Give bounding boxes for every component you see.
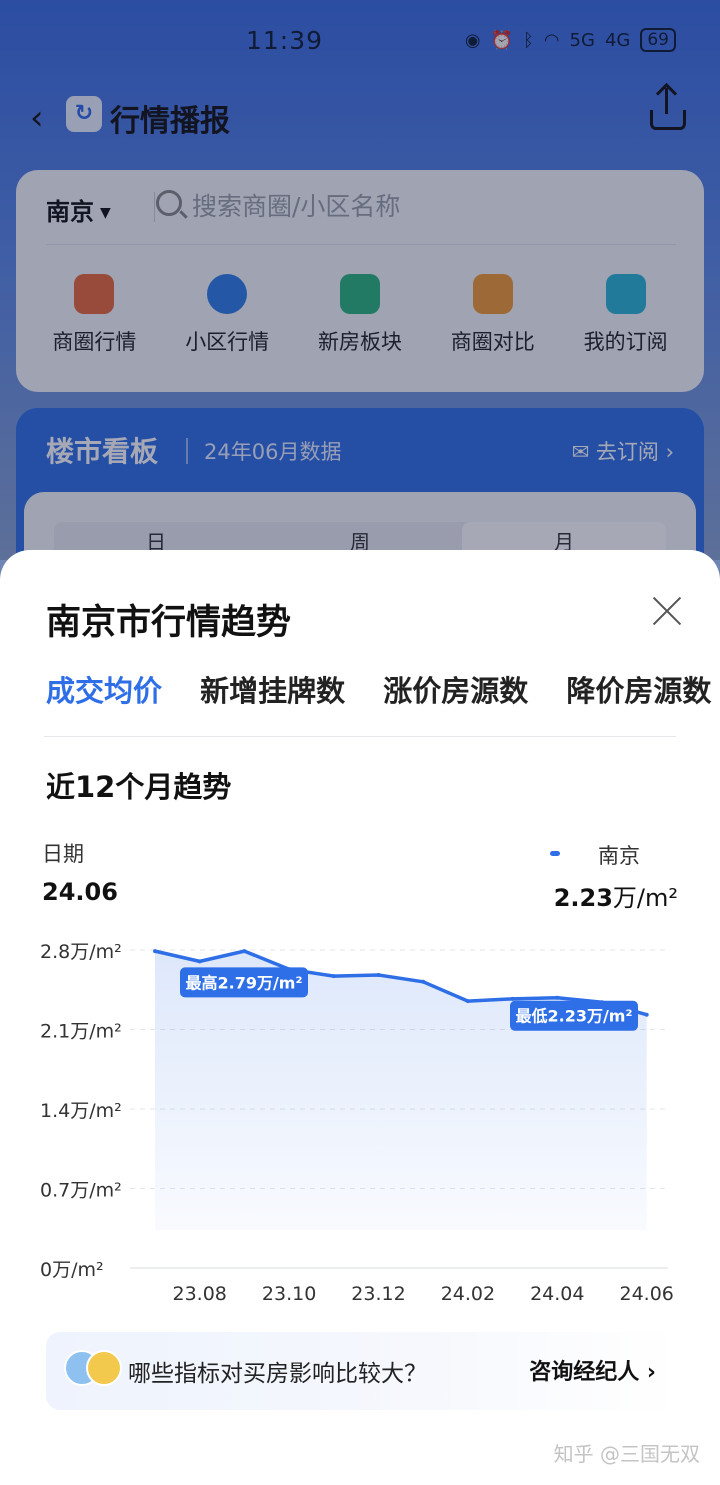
tab-new-listings[interactable]: 新增挂牌数 bbox=[200, 668, 345, 710]
date-label: 日期 bbox=[42, 842, 84, 866]
data-point bbox=[421, 979, 426, 984]
background-app: 11:39 ◉ ⏰ ᛒ ◠ 5G 4G 69 ‹ ↻ 行情播报 南京▼ 商圈 bbox=[0, 0, 720, 572]
x-tick-label: 23.10 bbox=[262, 1283, 316, 1305]
data-point bbox=[510, 996, 515, 1001]
modal-overlay[interactable] bbox=[0, 0, 720, 560]
tab-price-down[interactable]: 降价房源数 bbox=[566, 668, 711, 710]
data-point bbox=[644, 1012, 649, 1017]
consult-agent-button[interactable]: 咨询经纪人 › bbox=[529, 1354, 656, 1386]
trend-bottom-sheet: 南京市行情趋势 成交均价 新增挂牌数 涨价房源数 降价房源数 近12个月趋势 日… bbox=[0, 550, 720, 1485]
date-value: 24.06 bbox=[42, 878, 118, 906]
legend-marker bbox=[550, 851, 560, 856]
legend-name: 南京 bbox=[598, 844, 640, 868]
trend-title: 近12个月趋势 bbox=[46, 770, 232, 804]
y-tick-label: 1.4万/m² bbox=[40, 1100, 122, 1122]
tab-price-up[interactable]: 涨价房源数 bbox=[383, 668, 528, 710]
avatar bbox=[64, 1350, 122, 1390]
min-annotation: 最低2.23万/m² bbox=[515, 1007, 632, 1026]
data-point bbox=[153, 949, 157, 954]
data-point bbox=[331, 974, 336, 979]
tab-avg-price[interactable]: 成交均价 bbox=[46, 668, 162, 710]
trend-chart[interactable]: 0万/m² 0.7万/m² 1.4万/m² 2.1万/m² 2.8万/m² 23.08 23… bbox=[0, 930, 720, 1310]
x-tick-label: 24.06 bbox=[619, 1283, 673, 1305]
data-point bbox=[555, 995, 560, 1000]
max-annotation: 最高2.79万/m² bbox=[185, 973, 302, 992]
tip-text: 哪些指标对买房影响比较大？ bbox=[128, 1361, 427, 1387]
data-point bbox=[465, 999, 470, 1004]
x-tick-label: 23.12 bbox=[351, 1283, 405, 1305]
legend-number: 2.23 bbox=[553, 884, 613, 912]
data-point bbox=[197, 959, 202, 964]
divider bbox=[44, 736, 676, 737]
y-tick-label: 2.8万/m² bbox=[40, 941, 122, 963]
x-tick-label: 24.02 bbox=[441, 1283, 495, 1305]
metric-tabs: 成交均价 新增挂牌数 涨价房源数 降价房源数 bbox=[46, 668, 720, 710]
legend-value: 2.23万/m² bbox=[554, 878, 678, 913]
data-point bbox=[242, 949, 247, 954]
sheet-title: 南京市行情趋势 bbox=[46, 603, 292, 643]
data-point bbox=[376, 972, 381, 977]
y-tick-label: 0.7万/m² bbox=[40, 1180, 122, 1202]
legend-unit: 万/m² bbox=[612, 884, 678, 912]
close-icon[interactable] bbox=[652, 596, 682, 626]
x-tick-label: 24.04 bbox=[530, 1283, 584, 1305]
consult-tip-bar[interactable]: 哪些指标对买房影响比较大？ 咨询经纪人 › bbox=[46, 1332, 678, 1410]
x-tick-label: 23.08 bbox=[172, 1283, 226, 1305]
watermark: 知乎 @三国无双 bbox=[553, 1442, 700, 1466]
y-tick-label: 2.1万/m² bbox=[40, 1021, 122, 1043]
y-tick-label: 0万/m² bbox=[40, 1259, 104, 1281]
